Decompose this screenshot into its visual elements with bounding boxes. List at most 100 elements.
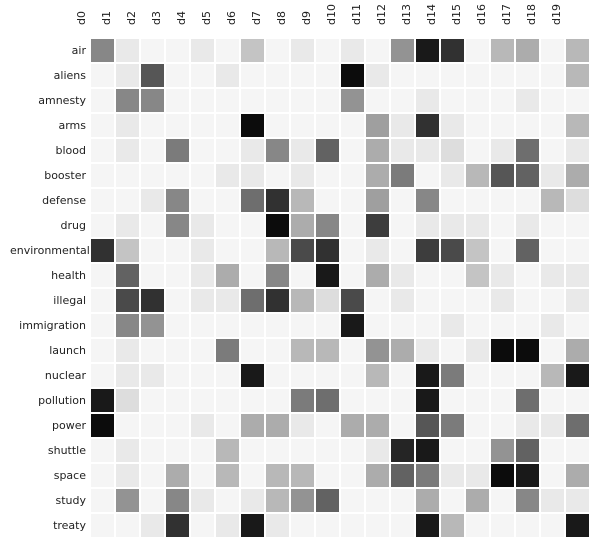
heatmap-cell [341,89,364,112]
heatmap-cell [491,164,514,187]
row-label: amnesty [10,94,90,107]
heatmap-cell [316,189,339,212]
heatmap-row: arms [10,113,590,138]
heatmap-cell [441,489,464,512]
col-header: d8 [260,13,288,38]
heatmap-cell [191,39,214,62]
heatmap-row: blood [10,138,590,163]
heatmap-cell [216,114,239,137]
heatmap-cell [241,139,264,162]
heatmap-cell [191,164,214,187]
col-header-label: d19 [550,4,563,25]
row-label: launch [10,344,90,357]
heatmap-cell [191,189,214,212]
heatmap-cell [141,164,164,187]
col-header: d5 [185,13,213,38]
heatmap-cell [166,314,189,337]
heatmap-cell [166,489,189,512]
heatmap-cell [466,364,489,387]
heatmap-cell [266,389,289,412]
heatmap-cell [266,289,289,312]
heatmap-cell [466,39,489,62]
heatmap-cell [316,514,339,537]
heatmap-cell [466,164,489,187]
heatmap-cell [491,314,514,337]
heatmap-cell [191,289,214,312]
heatmap-cell [366,289,389,312]
row-label: illegal [10,294,90,307]
heatmap-cell [566,414,589,437]
heatmap-cell [466,489,489,512]
heatmap-cell [441,339,464,362]
heatmap-cell [141,514,164,537]
heatmap-cell [391,139,414,162]
col-header: d1 [85,13,113,38]
heatmap-cell [91,439,114,462]
heatmap-cell [341,214,364,237]
heatmap-cell [566,214,589,237]
heatmap-cell [391,64,414,87]
heatmap-cell [366,89,389,112]
col-header: d0 [60,13,88,38]
heatmap-row: nuclear [10,363,590,388]
heatmap-cell [441,139,464,162]
heatmap-cell [541,39,564,62]
heatmap-cell [216,264,239,287]
heatmap-cell [266,189,289,212]
heatmap-row: study [10,488,590,513]
heatmap-cell [416,139,439,162]
heatmap-cell [566,64,589,87]
heatmap-cell [416,314,439,337]
heatmap-cell [291,264,314,287]
heatmap-cell [91,239,114,262]
heatmap-cell [541,239,564,262]
heatmap-cell [116,264,139,287]
heatmap-cell [316,214,339,237]
heatmap-cell [491,389,514,412]
heatmap-cell [241,514,264,537]
row-label: shuttle [10,444,90,457]
heatmap-cell [491,264,514,287]
heatmap-cell [541,289,564,312]
col-header: d18 [510,13,538,38]
heatmap-cell [266,439,289,462]
heatmap-cell [566,139,589,162]
heatmap-cell [541,314,564,337]
heatmap-cell [441,214,464,237]
heatmap-cell [366,264,389,287]
heatmap-cell [566,339,589,362]
heatmap-cell [466,464,489,487]
heatmap-cell [341,389,364,412]
heatmap-cell [291,214,314,237]
heatmap-cell [366,139,389,162]
heatmap-cell [116,89,139,112]
heatmap-cell [341,164,364,187]
col-header: d3 [135,13,163,38]
heatmap-cell [316,389,339,412]
heatmap-cell [91,514,114,537]
heatmap-cell [216,239,239,262]
heatmap-cell [266,489,289,512]
heatmap-cell [266,89,289,112]
heatmap-cell [166,464,189,487]
heatmap-cell [366,214,389,237]
heatmap-cell [541,164,564,187]
heatmap-cell [191,64,214,87]
heatmap-cell [191,314,214,337]
heatmap-cell [191,364,214,387]
heatmap-cell [291,389,314,412]
heatmap-cell [266,139,289,162]
heatmap-cell [566,239,589,262]
heatmap-cell [241,214,264,237]
heatmap-cell [91,414,114,437]
heatmap-cell [391,464,414,487]
heatmap-cell [191,89,214,112]
heatmap-cell [91,89,114,112]
heatmap-cell [416,114,439,137]
heatmap-cell [566,189,589,212]
heatmap-cell [141,214,164,237]
heatmap-cell [391,214,414,237]
heatmap-cell [166,264,189,287]
heatmap-cell [541,389,564,412]
heatmap-cell [416,514,439,537]
